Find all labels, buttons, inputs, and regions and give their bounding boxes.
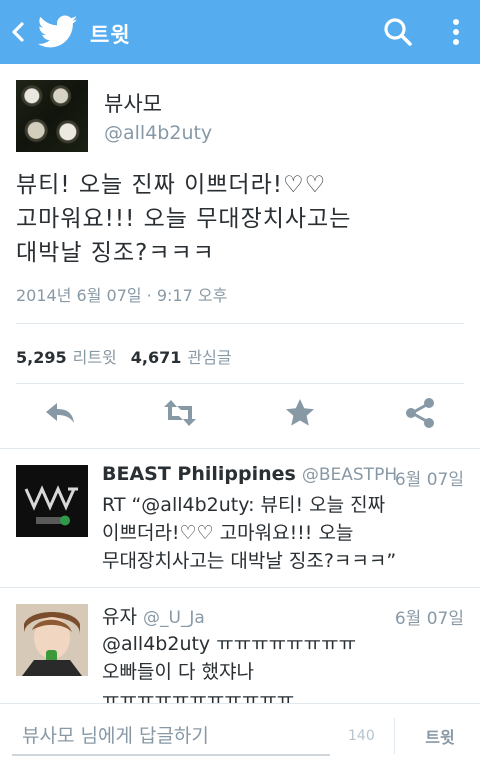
reply-date: 6월 07일 — [394, 609, 464, 629]
tweet-button[interactable]: 트윗 — [410, 724, 470, 748]
char-count: 140 — [348, 728, 375, 744]
retweet-icon[interactable] — [163, 396, 197, 430]
beast-logo-image — [16, 465, 88, 537]
reply-author-name-text[interactable]: BEAST Philippines — [102, 463, 296, 485]
user-photo-image — [16, 604, 88, 676]
reply-composer: 140 트윗 — [0, 703, 480, 768]
divider — [394, 718, 395, 754]
avatar[interactable] — [16, 80, 88, 152]
reply-author-name[interactable]: BEAST Philippines @BEASTPH — [102, 463, 397, 485]
divider — [16, 323, 464, 324]
tweet-text-line: 고마워요!!! 오늘 무대장치사고는 — [16, 206, 352, 232]
list-item[interactable]: 유자 @_U_Ja 6월 07일 @all4b2uty ㅠㅠㅠㅠㅠㅠㅠㅠ 오빠들이… — [0, 588, 480, 703]
reply-author-name[interactable]: 유자 @_U_Ja — [102, 602, 205, 629]
reply-text: RT “@all4b2uty: 뷰티! 오늘 진짜 이쁘더라!♡♡ 고마워요!!… — [102, 491, 464, 575]
reply-text-line: RT “@all4b2uty: 뷰티! 오늘 진짜 — [102, 494, 386, 516]
reply-text-line: @all4b2uty ㅠㅠㅠㅠㅠㅠㅠㅠ — [102, 633, 357, 655]
reply-text-line: 오빠들이 다 했쟈나 — [102, 661, 254, 683]
app-bar: 트윗 — [0, 0, 480, 64]
tweet-text-line: 대박날 징조?ㅋㅋㅋ — [16, 240, 215, 266]
reply-text-line: ㅠㅠㅠㅠㅠㅠㅠㅠㅠㅠㅠ — [102, 689, 295, 703]
avatar[interactable] — [16, 604, 88, 676]
more-vertical-icon[interactable] — [446, 14, 466, 50]
search-icon[interactable] — [382, 16, 414, 48]
screen-title: 트윗 — [90, 23, 131, 47]
chevron-left-icon[interactable] — [8, 20, 28, 44]
favorite-star-icon[interactable] — [283, 396, 317, 430]
retweet-label[interactable]: 리트윗 — [73, 348, 117, 367]
reply-date: 6월 07일 — [394, 470, 464, 490]
favorite-label[interactable]: 관심글 — [187, 348, 231, 367]
reply-icon[interactable] — [43, 396, 77, 430]
reply-text: @all4b2uty ㅠㅠㅠㅠㅠㅠㅠㅠ 오빠들이 다 했쟈나 ㅠㅠㅠㅠㅠㅠㅠㅠㅠ… — [102, 630, 464, 703]
tweet-timestamp: 2014년 6월 07일 · 9:17 오후 — [16, 286, 228, 305]
reply-input[interactable] — [12, 718, 330, 756]
tweet-stats: 5,295 리트윗 4,671 관심글 — [16, 344, 246, 368]
favorite-count[interactable]: 4,671 — [131, 348, 182, 367]
tweet-text-line: 뷰티! 오늘 진짜 이쁘더라!♡♡ — [16, 172, 327, 198]
divider — [16, 383, 464, 384]
author-handle[interactable]: @all4b2uty — [104, 122, 212, 144]
reply-author-name-text[interactable]: 유자 — [102, 606, 137, 628]
tweet-text: 뷰티! 오늘 진짜 이쁘더라!♡♡ 고마워요!!! 오늘 무대장치사고는 대박날… — [16, 168, 466, 270]
reply-author-handle[interactable]: @_U_Ja — [143, 608, 205, 628]
author-name[interactable]: 뷰사모 — [104, 88, 162, 118]
share-icon[interactable] — [403, 396, 437, 430]
reply-text-line: 이쁘더라!♡♡ 고마워요!!! 오늘 — [102, 522, 354, 544]
twitter-bird-icon — [38, 15, 78, 48]
avatar[interactable] — [16, 465, 88, 537]
retweet-count[interactable]: 5,295 — [16, 348, 67, 367]
list-item[interactable]: BEAST Philippines @BEASTPH 6월 07일 RT “@al… — [0, 449, 480, 587]
reply-text-line: 무대장치사고는 대박날 징조?ㅋㅋㅋ” — [102, 550, 397, 572]
reply-author-handle[interactable]: @BEASTPH — [302, 465, 397, 485]
